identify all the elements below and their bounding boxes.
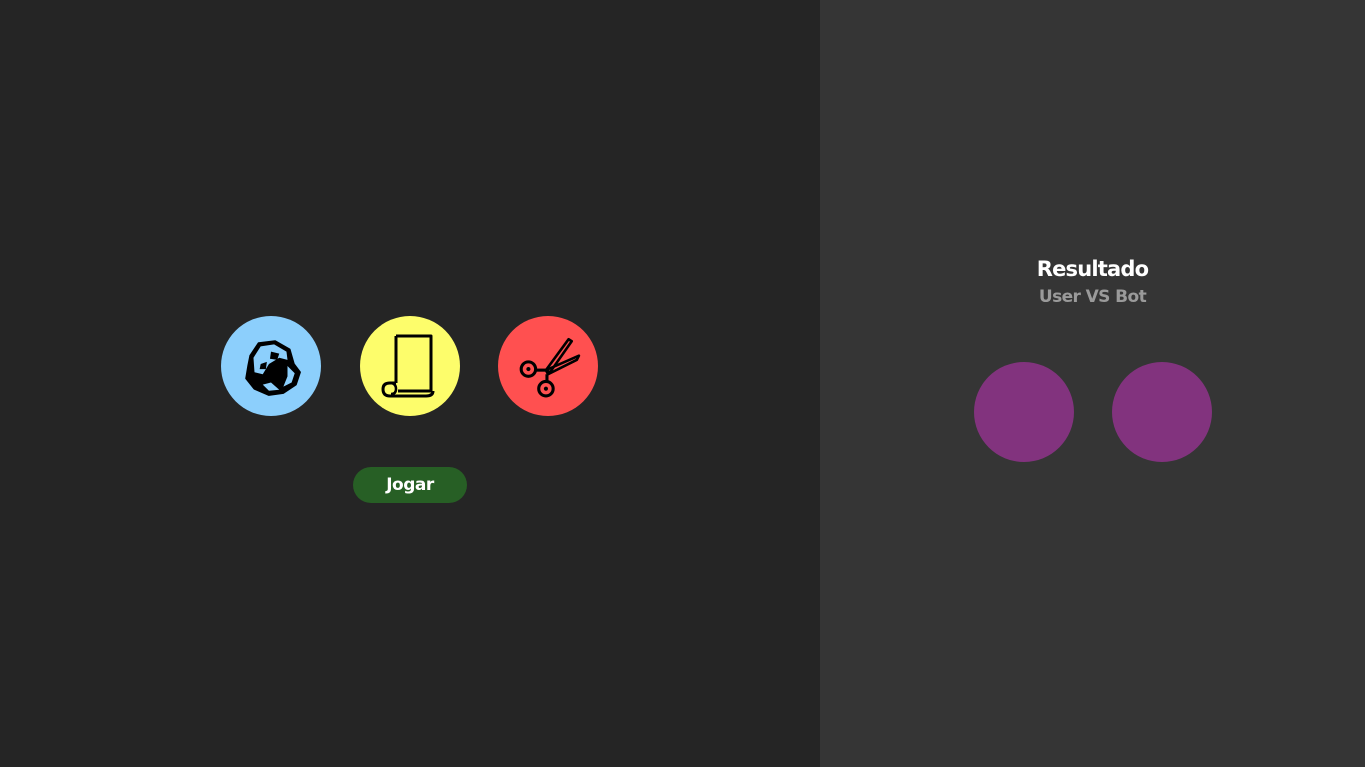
result-subtitle: User VS Bot bbox=[1038, 287, 1147, 307]
game-app: Jogar Resultado User VS Bot bbox=[0, 0, 1365, 767]
play-button[interactable]: Jogar bbox=[353, 467, 467, 503]
bot-result-slot bbox=[1112, 362, 1212, 462]
user-result-slot bbox=[974, 362, 1074, 462]
rock-choice[interactable] bbox=[221, 316, 321, 416]
scissors-choice[interactable] bbox=[498, 316, 598, 416]
rock-icon bbox=[245, 340, 301, 396]
paper-scroll-icon bbox=[381, 334, 435, 398]
choice-panel: Jogar bbox=[0, 0, 820, 767]
result-panel: Resultado User VS Bot bbox=[820, 0, 1365, 767]
scissors-icon bbox=[519, 337, 581, 398]
result-title: Resultado bbox=[1036, 257, 1149, 281]
paper-choice[interactable] bbox=[360, 316, 460, 416]
